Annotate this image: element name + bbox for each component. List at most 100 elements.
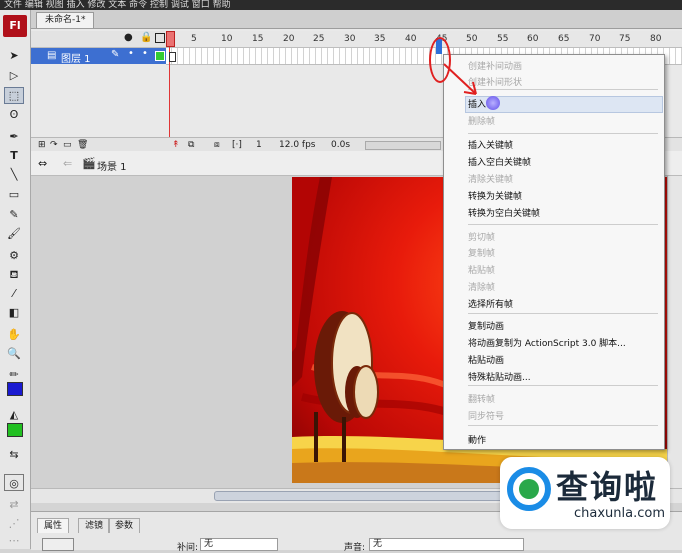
frame-ruler[interactable]: 5 10 15 20 25 30 35 40 45 50 55 60 65 70… <box>166 31 682 48</box>
menu-item[interactable]: 清除关键帧 <box>468 172 513 185</box>
delete-layer-icon[interactable]: 🗑 <box>77 140 88 150</box>
rectangle-tool-icon[interactable]: ▭ <box>4 186 24 203</box>
pen-tool-icon[interactable]: ✒ <box>4 128 24 145</box>
tab-parameters[interactable]: 参数 <box>108 518 141 533</box>
object-drawing-icon[interactable]: ◎ <box>4 474 24 491</box>
ruler-tick: 50 <box>466 34 478 44</box>
menu-item[interactable]: 特殊粘贴动画... <box>468 370 531 383</box>
outline-icon[interactable] <box>155 33 165 43</box>
eye-icon[interactable]: ● <box>124 32 133 43</box>
stroke-color-swatch[interactable] <box>7 382 23 396</box>
frame-thumbnail <box>42 538 74 551</box>
menu-bar: 文件 编辑 视图 插入 修改 文本 命令 控制 调试 窗口 帮助 <box>0 0 682 10</box>
lasso-tool-icon[interactable]: ʘ <box>4 106 24 123</box>
back-arrow-icon[interactable]: ⇐ <box>63 157 72 170</box>
menu-item[interactable]: 插入空白关键帧 <box>468 155 531 168</box>
layer-outline-color[interactable] <box>155 51 165 61</box>
layer-row[interactable]: ▤ 图层 1 ✎ • • <box>31 48 166 65</box>
new-layer-icon[interactable]: ⊞ <box>38 140 46 150</box>
menu-separator <box>468 385 658 386</box>
bone-tool-icon[interactable]: ⚙ <box>4 247 24 264</box>
scene-label[interactable]: 场景 1 <box>97 158 127 173</box>
menu-separator <box>468 133 658 134</box>
layer-lock-dot[interactable]: • <box>142 48 148 59</box>
brush-tool-icon[interactable]: 🖌 <box>4 225 24 242</box>
flash-logo: Fl <box>3 15 27 37</box>
current-frame: 1 <box>256 140 262 150</box>
snap-icon[interactable]: ⇄ <box>4 496 24 513</box>
new-folder-icon[interactable]: ▭ <box>63 140 72 150</box>
playhead-handle[interactable] <box>166 31 175 47</box>
tween-label: 补间: <box>177 543 199 553</box>
menu-item[interactable]: 翻转帧 <box>468 392 495 405</box>
menu-item[interactable]: 動作 <box>468 433 486 446</box>
line-tool-icon[interactable]: ╲ <box>4 166 24 183</box>
pencil-tool-icon[interactable]: ✎ <box>4 206 24 223</box>
timeline-hscroll[interactable] <box>365 141 441 150</box>
ruler-tick: 5 <box>191 34 197 44</box>
selection-tool-icon[interactable]: ➤ <box>4 47 24 64</box>
layer-name: 图层 1 <box>61 54 91 65</box>
hand-tool-icon[interactable]: ✋ <box>4 326 24 343</box>
free-transform-tool-icon[interactable]: ⬚ <box>4 87 24 104</box>
ruler-tick: 40 <box>405 34 417 44</box>
edit-multiple-icon[interactable]: ⧈ <box>214 140 220 150</box>
menu-item[interactable]: 复制帧 <box>468 246 495 259</box>
center-frame-icon[interactable]: ↟ <box>172 140 180 150</box>
watermark-logo-dot <box>519 479 539 499</box>
ruler-tick: 35 <box>374 34 386 44</box>
ruler-tick: 75 <box>619 34 631 44</box>
paint-bucket-icon[interactable]: ⛾ <box>4 266 24 283</box>
watermark-url: chaxunla.com <box>574 506 665 521</box>
menu-item[interactable]: 清除帧 <box>468 280 495 293</box>
eraser-tool-icon[interactable]: ◧ <box>4 304 24 321</box>
timeline-toggle-icon[interactable]: ⇔ <box>38 157 47 170</box>
menu-item[interactable]: 将动画复制为 ActionScript 3.0 脚本... <box>468 336 626 349</box>
menu-item[interactable]: 粘贴动画 <box>468 353 504 366</box>
tween-select[interactable]: 无 <box>200 538 278 551</box>
document-tab[interactable]: 未命名-1* <box>36 12 95 28</box>
tab-filters[interactable]: 滤镜 <box>78 518 111 533</box>
menu-bar-text[interactable]: 文件 编辑 视图 插入 修改 文本 命令 控制 调试 窗口 帮助 <box>4 0 231 10</box>
sound-select[interactable]: 无 <box>369 538 524 551</box>
menu-item[interactable]: 删除帧 <box>468 114 495 127</box>
onion-skin-icon[interactable]: ⧉ <box>188 140 194 150</box>
layer-icon: ▤ <box>47 50 57 61</box>
menu-item[interactable]: 转换为关键帧 <box>468 189 522 202</box>
menu-item[interactable]: 粘贴帧 <box>468 263 495 276</box>
text-tool-icon[interactable]: T <box>4 147 24 164</box>
fill-color-bucket-icon: ◭ <box>9 408 19 421</box>
ruler-tick: 30 <box>344 34 356 44</box>
keyframe[interactable] <box>169 52 176 62</box>
motion-guide-icon[interactable]: ↷ <box>50 140 58 150</box>
sound-label: 声音: <box>344 543 366 553</box>
hscroll-thumb[interactable] <box>214 491 506 501</box>
swap-colors-icon[interactable]: ⇆ <box>4 446 24 463</box>
eyedropper-icon[interactable]: ⁄ <box>4 285 24 302</box>
layer-header: ● 🔒 <box>31 31 166 48</box>
straighten-icon[interactable]: ⋯ <box>4 532 24 549</box>
stage-vertical-scrollbar[interactable] <box>667 176 682 488</box>
menu-item[interactable]: 复制动画 <box>468 319 504 332</box>
subselection-tool-icon[interactable]: ▷ <box>4 67 24 84</box>
ruler-tick: 80 <box>650 34 662 44</box>
zoom-tool-icon[interactable]: 🔍 <box>4 345 24 362</box>
fill-color-swatch[interactable] <box>7 423 23 437</box>
menu-item[interactable]: 转换为空白关键帧 <box>468 206 540 219</box>
layer-visible-dot[interactable]: • <box>128 48 134 59</box>
menu-separator <box>468 313 658 314</box>
lock-icon[interactable]: 🔒 <box>140 32 152 43</box>
playhead[interactable] <box>169 31 170 149</box>
smooth-icon[interactable]: ⋰ <box>4 515 24 532</box>
menu-separator <box>468 224 658 225</box>
onion-markers-icon[interactable]: [·] <box>232 140 242 150</box>
menu-item[interactable]: 同步符号 <box>468 409 504 422</box>
frame-rate[interactable]: 12.0 fps <box>279 140 315 150</box>
tab-properties[interactable]: 属性 <box>37 518 70 533</box>
ruler-tick: 20 <box>283 34 295 44</box>
menu-item[interactable]: 选择所有帧 <box>468 297 513 310</box>
menu-item[interactable]: 插入关键帧 <box>468 138 513 151</box>
ruler-tick: 60 <box>527 34 539 44</box>
ruler-tick: 25 <box>313 34 325 44</box>
menu-item[interactable]: 剪切帧 <box>468 230 495 243</box>
